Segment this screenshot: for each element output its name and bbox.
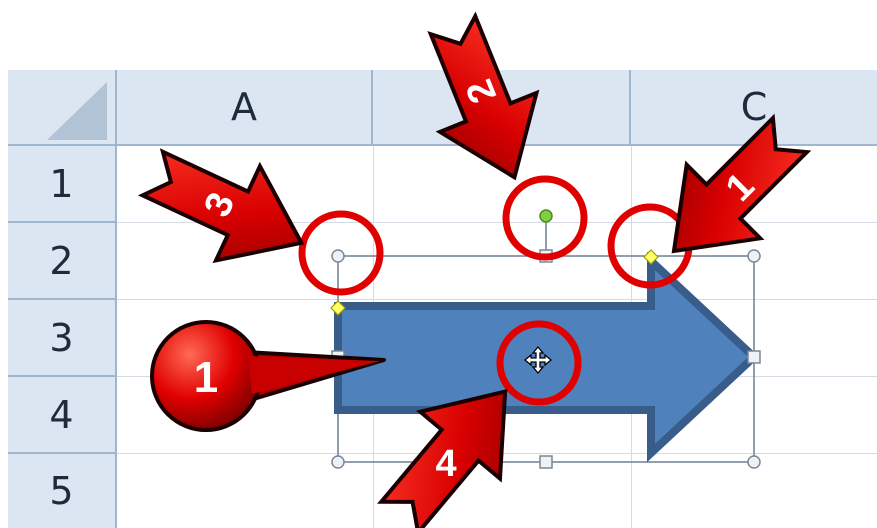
annotation-overlay: 1 2 3 4 1 [137, 11, 812, 528]
callout-bubble-label: 1 [194, 353, 218, 402]
callout-arrow-2: 2 [427, 11, 540, 181]
callout-arrow-4-label: 4 [435, 443, 456, 485]
rotation-handle[interactable] [539, 209, 553, 223]
sizing-handle-top-left[interactable] [331, 249, 345, 263]
sizing-handle-bottom-right[interactable] [747, 455, 761, 469]
sizing-handle-bottom[interactable] [539, 455, 553, 469]
sizing-handle-right[interactable] [747, 350, 761, 364]
callout-arrow-3: 3 [137, 148, 305, 264]
sizing-handle-bottom-left[interactable] [331, 455, 345, 469]
sizing-handle-top-right[interactable] [747, 249, 761, 263]
callout-arrow-1: 1 [671, 113, 812, 254]
